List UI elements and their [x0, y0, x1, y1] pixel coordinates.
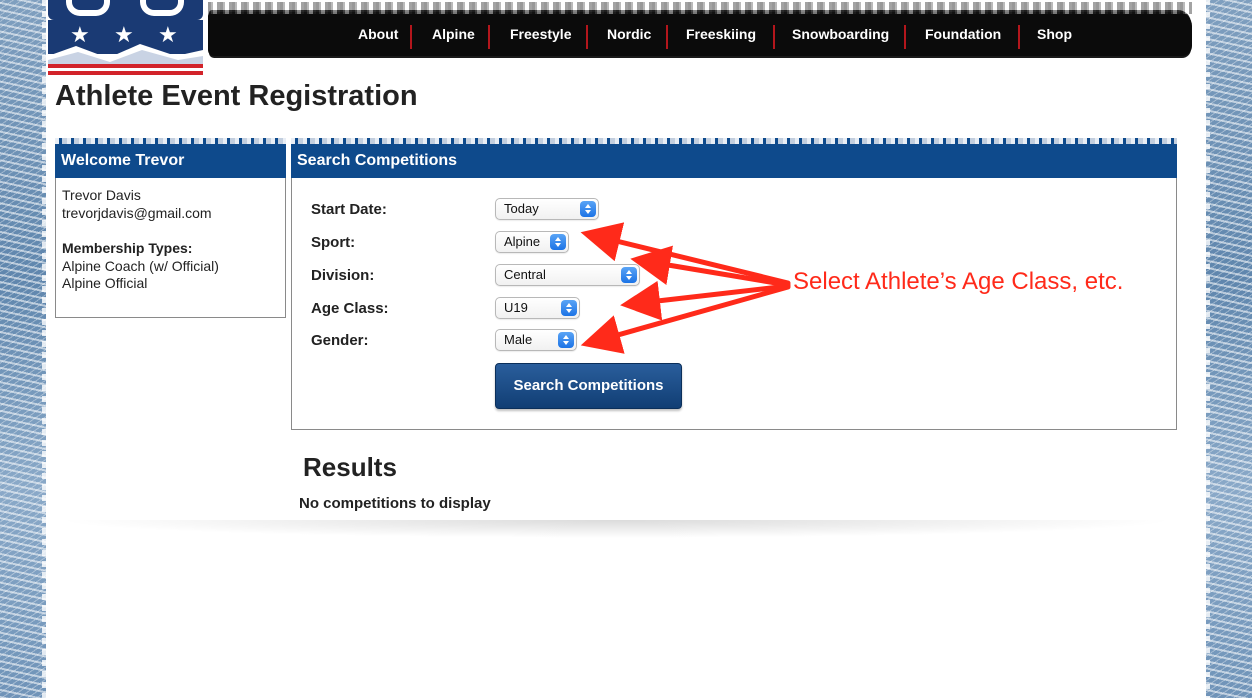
right-decorative-border — [1196, 0, 1252, 698]
nav-item-nordic[interactable]: Nordic — [607, 12, 651, 56]
gender-select[interactable]: Male — [495, 329, 577, 351]
division-label: Division: — [311, 267, 375, 284]
search-competitions-button[interactable]: Search Competitions — [495, 363, 682, 409]
chevron-updown-icon — [558, 332, 574, 348]
nav-item-foundation[interactable]: Foundation — [925, 12, 1001, 56]
search-panel — [291, 178, 1177, 430]
membership-type-item: Alpine Coach (w/ Official) — [62, 258, 219, 274]
user-name: Trevor Davis — [62, 187, 141, 203]
nav-separator — [586, 25, 588, 49]
results-empty-message: No competitions to display — [299, 495, 491, 512]
membership-type-item: Alpine Official — [62, 275, 148, 291]
nav-separator — [904, 25, 906, 49]
age-class-label: Age Class: — [311, 300, 389, 317]
nav-item-snowboarding[interactable]: Snowboarding — [792, 12, 889, 56]
age-class-select[interactable]: U19 — [495, 297, 580, 319]
chevron-updown-icon — [550, 234, 566, 250]
nav-item-about[interactable]: About — [358, 12, 398, 56]
start-date-select[interactable]: Today — [495, 198, 599, 220]
results-heading: Results — [303, 452, 397, 482]
gender-label: Gender: — [311, 332, 369, 349]
welcome-panel-header: Welcome Trevor — [55, 138, 286, 178]
nav-separator — [1018, 25, 1020, 49]
left-decorative-border — [0, 0, 56, 698]
chevron-updown-icon — [561, 300, 577, 316]
nav-separator — [488, 25, 490, 49]
nav-separator — [410, 25, 412, 49]
nav-separator — [773, 25, 775, 49]
nav-separator — [666, 25, 668, 49]
nav-item-freestyle[interactable]: Freestyle — [510, 12, 571, 56]
sport-select[interactable]: Alpine — [495, 231, 569, 253]
user-email: trevorjdavis@gmail.com — [62, 205, 212, 221]
mountain-graphic — [48, 44, 203, 64]
annotation-text: Select Athlete’s Age Class, etc. — [793, 268, 1124, 295]
us-ski-team-logo[interactable]: ★ ★ ★ — [48, 0, 203, 80]
start-date-label: Start Date: — [311, 201, 387, 218]
content-bottom-shadow — [54, 520, 1178, 538]
membership-types-label: Membership Types: — [62, 240, 193, 256]
division-select[interactable]: Central — [495, 264, 640, 286]
chevron-updown-icon — [621, 267, 637, 283]
main-nav: About Alpine Freestyle Nordic Freeskiing… — [208, 2, 1192, 56]
nav-item-freeskiing[interactable]: Freeskiing — [686, 12, 756, 56]
chevron-updown-icon — [580, 201, 596, 217]
sport-label: Sport: — [311, 234, 356, 251]
nav-item-shop[interactable]: Shop — [1037, 12, 1072, 56]
page-title: Athlete Event Registration — [55, 80, 418, 112]
nav-item-alpine[interactable]: Alpine — [432, 12, 475, 56]
search-panel-header: Search Competitions — [291, 138, 1177, 178]
